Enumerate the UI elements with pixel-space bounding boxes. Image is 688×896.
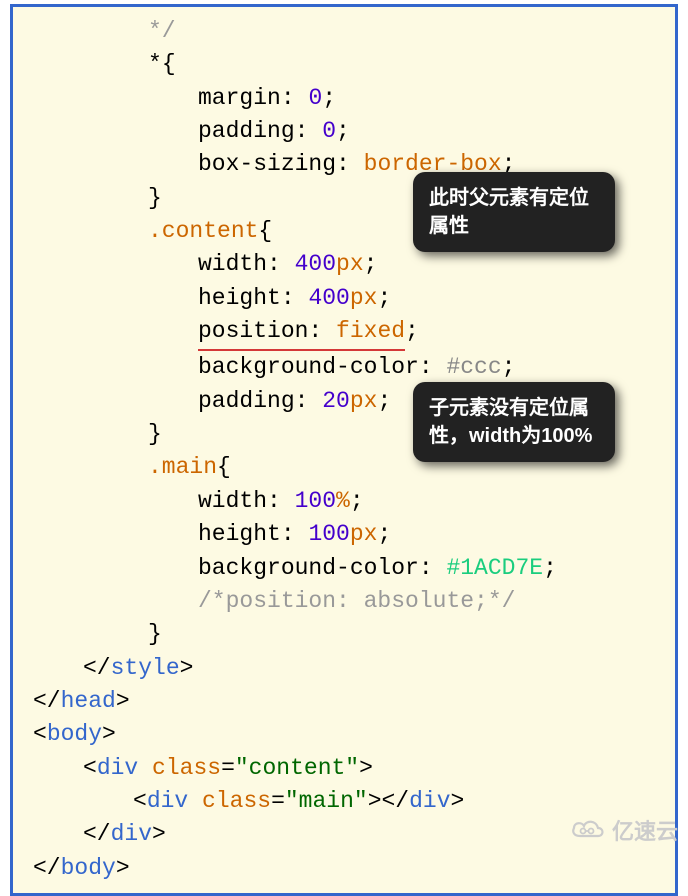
code-line: background-color: #ccc; — [33, 351, 665, 384]
css-property: padding — [198, 388, 295, 414]
html-tag: div — [97, 755, 138, 781]
css-value: 0 — [308, 85, 322, 111]
css-unit: px — [336, 251, 364, 277]
annotation-tooltip-parent: 此时父元素有定位属性 — [413, 172, 615, 252]
tooltip-text: 此时父元素有定位属性 — [429, 187, 589, 237]
css-property: width — [198, 488, 267, 514]
css-value: 100 — [295, 488, 336, 514]
attr-value: "main" — [285, 788, 368, 814]
attr-name: class — [152, 755, 221, 781]
html-tag: div — [111, 821, 152, 847]
css-property: background-color — [198, 354, 419, 380]
code-line: height: 100px; — [33, 518, 665, 551]
brace: { — [217, 454, 231, 480]
css-property: background-color — [198, 555, 419, 581]
css-value: #1ACD7E — [446, 555, 543, 581]
css-value: 400 — [295, 251, 336, 277]
underlined-code: position: fixed — [198, 315, 405, 351]
attr-value: "content" — [235, 755, 359, 781]
html-tag: body — [61, 855, 116, 881]
brace: { — [162, 51, 176, 77]
css-property: padding — [198, 118, 295, 144]
tooltip-text: 子元素没有定位属性，width为100% — [429, 397, 592, 447]
css-unit: px — [350, 285, 378, 311]
css-value: 100 — [308, 521, 349, 547]
html-tag: style — [111, 655, 180, 681]
code-line: </style> — [33, 652, 665, 685]
css-unit: px — [350, 388, 378, 414]
code-line: padding: 0; — [33, 115, 665, 148]
watermark-text: 亿速云 — [612, 814, 678, 846]
brace: } — [148, 621, 162, 647]
code-line: } — [33, 618, 665, 651]
attr-name: class — [202, 788, 271, 814]
code-line: width: 400px; — [33, 248, 665, 281]
code-line: /*position: absolute;*/ — [33, 585, 665, 618]
code-line: background-color: #1ACD7E; — [33, 552, 665, 585]
brace: } — [148, 421, 162, 447]
code-block: */ *{ margin: 0; padding: 0; box-sizing:… — [10, 4, 678, 896]
css-value: 0 — [322, 118, 336, 144]
code-line: <div class="content"> — [33, 752, 665, 785]
selector: .content — [148, 218, 258, 244]
selector: .main — [148, 454, 217, 480]
html-tag: div — [147, 788, 188, 814]
css-property: height — [198, 521, 281, 547]
css-value: 20 — [322, 388, 350, 414]
cloud-icon — [570, 818, 606, 842]
css-property: height — [198, 285, 281, 311]
css-value: 400 — [308, 285, 349, 311]
css-unit: px — [350, 521, 378, 547]
code-line: position: fixed; — [33, 315, 665, 351]
comment: */ — [148, 18, 176, 44]
code-line: <body> — [33, 718, 665, 751]
html-tag: div — [409, 788, 450, 814]
comment: /*position: absolute;*/ — [198, 588, 515, 614]
css-property: box-sizing — [198, 151, 336, 177]
html-tag: body — [47, 721, 102, 747]
code-line: *{ — [33, 48, 665, 81]
brace: { — [258, 218, 272, 244]
code-line: */ — [33, 15, 665, 48]
brace: } — [148, 185, 162, 211]
css-value: fixed — [336, 318, 405, 344]
code-line: </body> — [33, 852, 665, 885]
css-unit: % — [336, 488, 350, 514]
html-tag: head — [61, 688, 116, 714]
selector: * — [148, 51, 162, 77]
css-property: margin — [198, 85, 281, 111]
code-line: height: 400px; — [33, 282, 665, 315]
code-line: width: 100%; — [33, 485, 665, 518]
watermark: 亿速云 — [570, 814, 678, 846]
css-property: position — [198, 318, 308, 344]
annotation-tooltip-child: 子元素没有定位属性，width为100% — [413, 382, 615, 462]
css-value: #ccc — [446, 354, 501, 380]
code-line: </head> — [33, 685, 665, 718]
css-property: width — [198, 251, 267, 277]
code-line: margin: 0; — [33, 82, 665, 115]
